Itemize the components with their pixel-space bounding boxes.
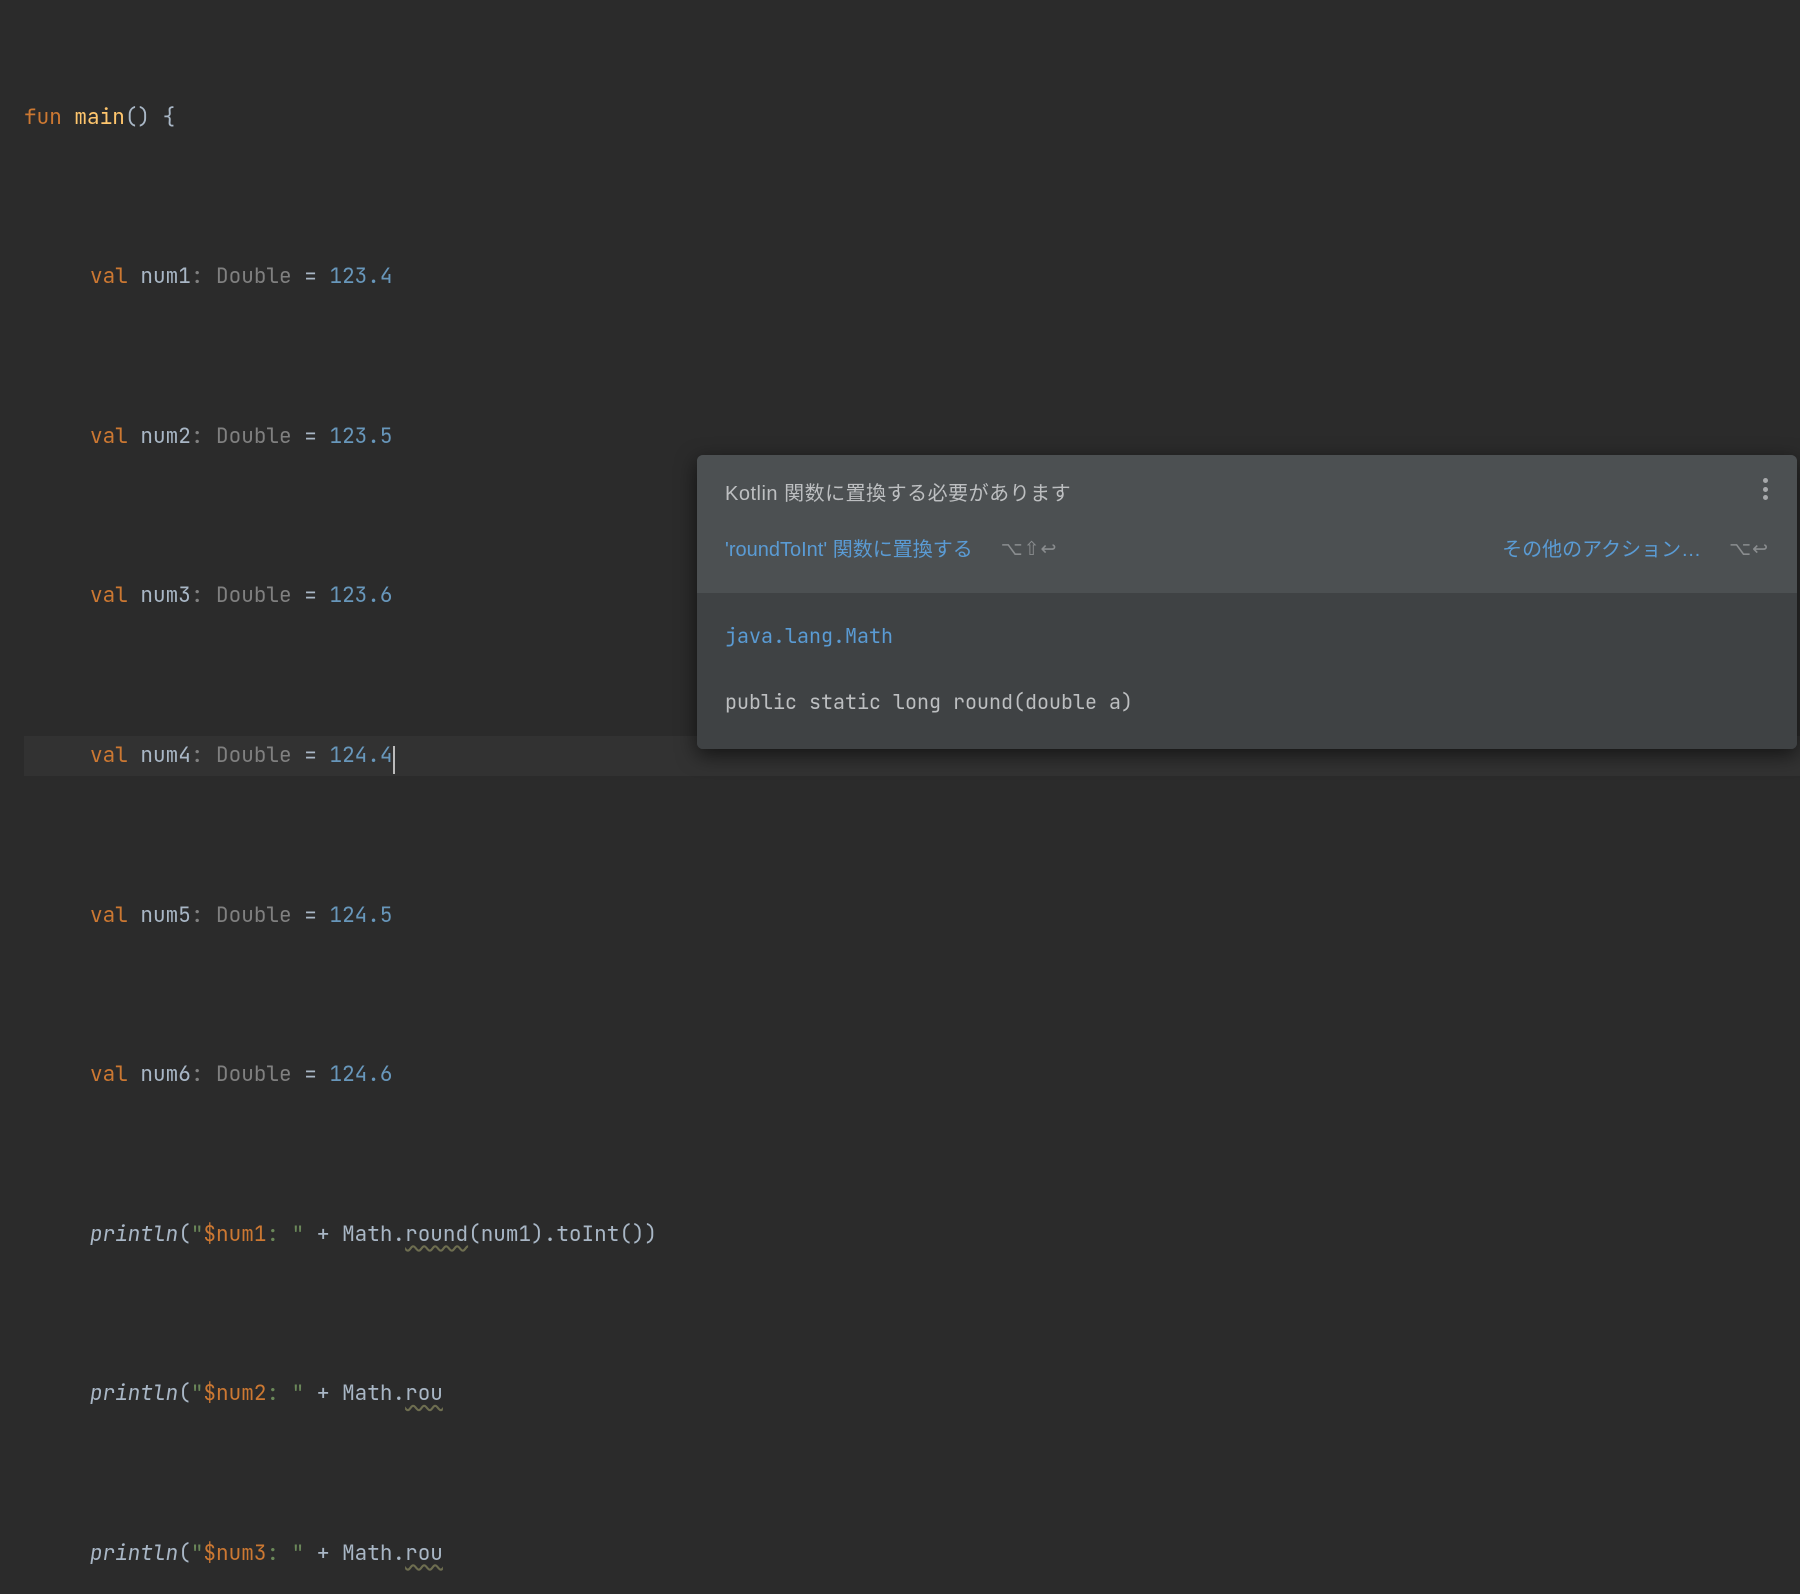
keyword-val: val [90,582,128,609]
math-class: Math [342,1221,392,1248]
function-main: main [74,104,124,131]
keyword-val: val [90,263,128,290]
number-literal: 123.5 [329,423,392,450]
keyword-val: val [90,742,128,769]
template-expr: $num1 [203,1221,266,1248]
code-line[interactable]: fun main() { [24,98,1800,138]
number-literal: 124.6 [329,1061,392,1088]
fix-shortcut: ⌥⇧↩ [1001,532,1058,568]
doc-signature: public static long round(double a) [725,683,1769,721]
popup-title: Kotlin 関数に置換する必要があります [725,475,1769,525]
number-literal: 124.4 [329,742,392,769]
arg: num1 [481,1221,531,1248]
code-editor[interactable]: fun main() { val num1: Double = 123.4 va… [0,0,1800,1594]
text-caret [393,746,395,774]
more-shortcut: ⌥↩ [1729,532,1769,568]
println-call: println [90,1380,178,1407]
kebab-menu-icon[interactable] [1755,475,1775,503]
round-call-cut: rou [405,1380,443,1407]
code-line[interactable]: println("$num3: " + Math.rou [24,1534,1800,1574]
popup-header: Kotlin 関数に置換する必要があります 'roundToInt' 関数に置換… [697,455,1797,593]
var-name: num2 [140,423,190,450]
popup-actions: 'roundToInt' 関数に置換する ⌥⇧↩ その他のアクション… ⌥↩ [725,525,1769,583]
string-literal: "$num2: " [191,1380,304,1407]
number-literal: 124.5 [329,902,392,929]
assign-op: = [304,742,317,769]
var-name: num4 [140,742,190,769]
fix-link[interactable]: 'roundToInt' 関数に置換する [725,531,973,569]
popup-doc: java.lang.Math public static long round(… [697,593,1797,749]
doc-class: java.lang.Math [725,617,1769,683]
string-literal: "$num3: " [191,1540,304,1567]
var-name: num6 [140,1061,190,1088]
var-name: num5 [140,902,190,929]
type-annot: : Double [191,1061,292,1088]
type-annot: : Double [191,423,292,450]
code-line[interactable]: val num6: Double = 124.6 [24,1055,1800,1095]
round-call-cut: rou [405,1540,443,1567]
paren-brace: () { [125,104,175,131]
code-line[interactable]: println("$num1: " + Math.round(num1).toI… [24,1215,1800,1255]
keyword-val: val [90,423,128,450]
intention-popup: Kotlin 関数に置換する必要があります 'roundToInt' 関数に置換… [697,455,1797,749]
toint-call: toInt [556,1221,619,1248]
type-annot: : Double [191,263,292,290]
math-class: Math [342,1380,392,1407]
keyword-val: val [90,1061,128,1088]
type-annot: : Double [191,582,292,609]
var-name: num3 [140,582,190,609]
println-call: println [90,1540,178,1567]
more-actions-link[interactable]: その他のアクション… [1502,531,1701,569]
number-literal: 123.4 [329,263,392,290]
assign-op: = [304,263,317,290]
keyword-val: val [90,902,128,929]
type-annot: : Double [191,902,292,929]
code-line[interactable]: val num5: Double = 124.5 [24,896,1800,936]
template-expr: $num3 [203,1540,266,1567]
template-expr: $num2 [203,1380,266,1407]
round-call: round [405,1221,468,1248]
type-annot: : Double [191,742,292,769]
number-literal: 123.6 [329,582,392,609]
assign-op: = [304,1061,317,1088]
code-line[interactable]: val num1: Double = 123.4 [24,257,1800,297]
assign-op: = [304,423,317,450]
var-name: num1 [140,263,190,290]
code-line[interactable]: val num2: Double = 123.5 [24,417,1800,457]
string-literal: "$num1: " [191,1221,304,1248]
println-call: println [90,1221,178,1248]
keyword-fun: fun [24,104,62,131]
code-line[interactable]: println("$num2: " + Math.rou [24,1374,1800,1414]
math-class: Math [342,1540,392,1567]
assign-op: = [304,582,317,609]
assign-op: = [304,902,317,929]
